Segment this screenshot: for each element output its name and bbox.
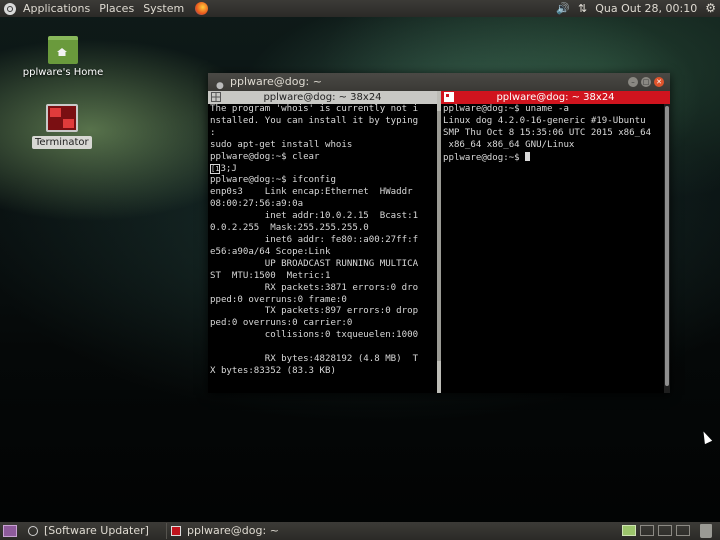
ubuntu-logo-icon[interactable] [4, 2, 16, 15]
show-desktop-button[interactable] [3, 525, 17, 537]
window-titlebar[interactable]: ● pplware@dog: ~ – □ ✕ [208, 73, 670, 91]
terminator-icon-label: Terminator [32, 136, 92, 149]
taskbar-item-software-updater[interactable]: [Software Updater] [24, 523, 164, 539]
system-menu[interactable]: System [143, 0, 184, 17]
software-updater-icon [28, 526, 38, 536]
top-panel-tray: 🔊 ⇅ Qua Out 28, 00:10 ⚙ [548, 0, 716, 17]
split-grid-icon[interactable] [211, 92, 221, 102]
home-folder-icon[interactable] [48, 36, 78, 64]
workspace-3-button[interactable] [658, 525, 672, 536]
terminator-window[interactable]: ● pplware@dog: ~ – □ ✕ pplware@dog: ~ 38… [208, 73, 670, 393]
minimize-button[interactable]: – [628, 77, 638, 87]
maximize-button[interactable]: □ [641, 77, 651, 87]
mouse-pointer-icon [699, 429, 713, 445]
terminal-output-left[interactable]: The program 'whois' is currently not i n… [208, 104, 437, 378]
clock[interactable]: Qua Out 28, 00:10 [595, 0, 697, 17]
split-grid-icon[interactable] [444, 92, 454, 102]
text-cursor [525, 151, 531, 161]
workspace-4-button[interactable] [676, 525, 690, 536]
trash-icon[interactable] [700, 524, 712, 538]
applications-menu[interactable]: Applications [23, 0, 90, 17]
terminal-output-right[interactable]: pplware@dog:~$ uname -a Linux dog 4.2.0-… [441, 104, 670, 165]
terminal-scrollbar[interactable] [664, 104, 670, 393]
gear-icon[interactable]: ⚙ [705, 0, 716, 17]
taskbar-item-label: pplware@dog: ~ [187, 524, 279, 537]
top-panel-menus: Applications Places System [4, 0, 209, 17]
places-menu[interactable]: Places [99, 0, 134, 17]
pane-title-bar-right[interactable]: pplware@dog: ~ 38x24 [441, 91, 670, 104]
taskbar-item-terminal[interactable]: pplware@dog: ~ [166, 523, 356, 539]
close-button[interactable]: ✕ [654, 77, 664, 87]
volume-icon[interactable]: 🔊 [556, 0, 570, 17]
workspace-2-button[interactable] [640, 525, 654, 536]
firefox-icon[interactable] [195, 2, 209, 15]
escape-sequence-glyph: [1 [210, 163, 221, 174]
workspace-1-button[interactable] [622, 525, 636, 536]
terminal-pane-right[interactable]: pplware@dog: ~ 38x24 pplware@dog:~$ unam… [441, 91, 670, 393]
home-icon-label: pplware's Home [22, 67, 104, 78]
scrollbar-thumb[interactable] [665, 106, 669, 386]
terminator-icon [171, 526, 181, 536]
network-icon[interactable]: ⇅ [578, 0, 587, 17]
terminator-icon[interactable] [46, 104, 78, 132]
pane-title-bar-left[interactable]: pplware@dog: ~ 38x24 [208, 91, 437, 104]
terminal-prompt: pplware@dog:~$ [443, 152, 526, 163]
top-panel: Applications Places System 🔊 ⇅ Qua Out 2… [0, 0, 720, 17]
pane-title-left: pplware@dog: ~ 38x24 [263, 92, 382, 103]
window-title: pplware@dog: ~ [230, 75, 322, 88]
bottom-panel: [Software Updater] pplware@dog: ~ [0, 522, 720, 540]
terminal-pane-left[interactable]: pplware@dog: ~ 38x24 The program 'whois'… [208, 91, 437, 393]
pane-title-right: pplware@dog: ~ 38x24 [496, 92, 615, 103]
taskbar-item-label: [Software Updater] [44, 524, 149, 537]
